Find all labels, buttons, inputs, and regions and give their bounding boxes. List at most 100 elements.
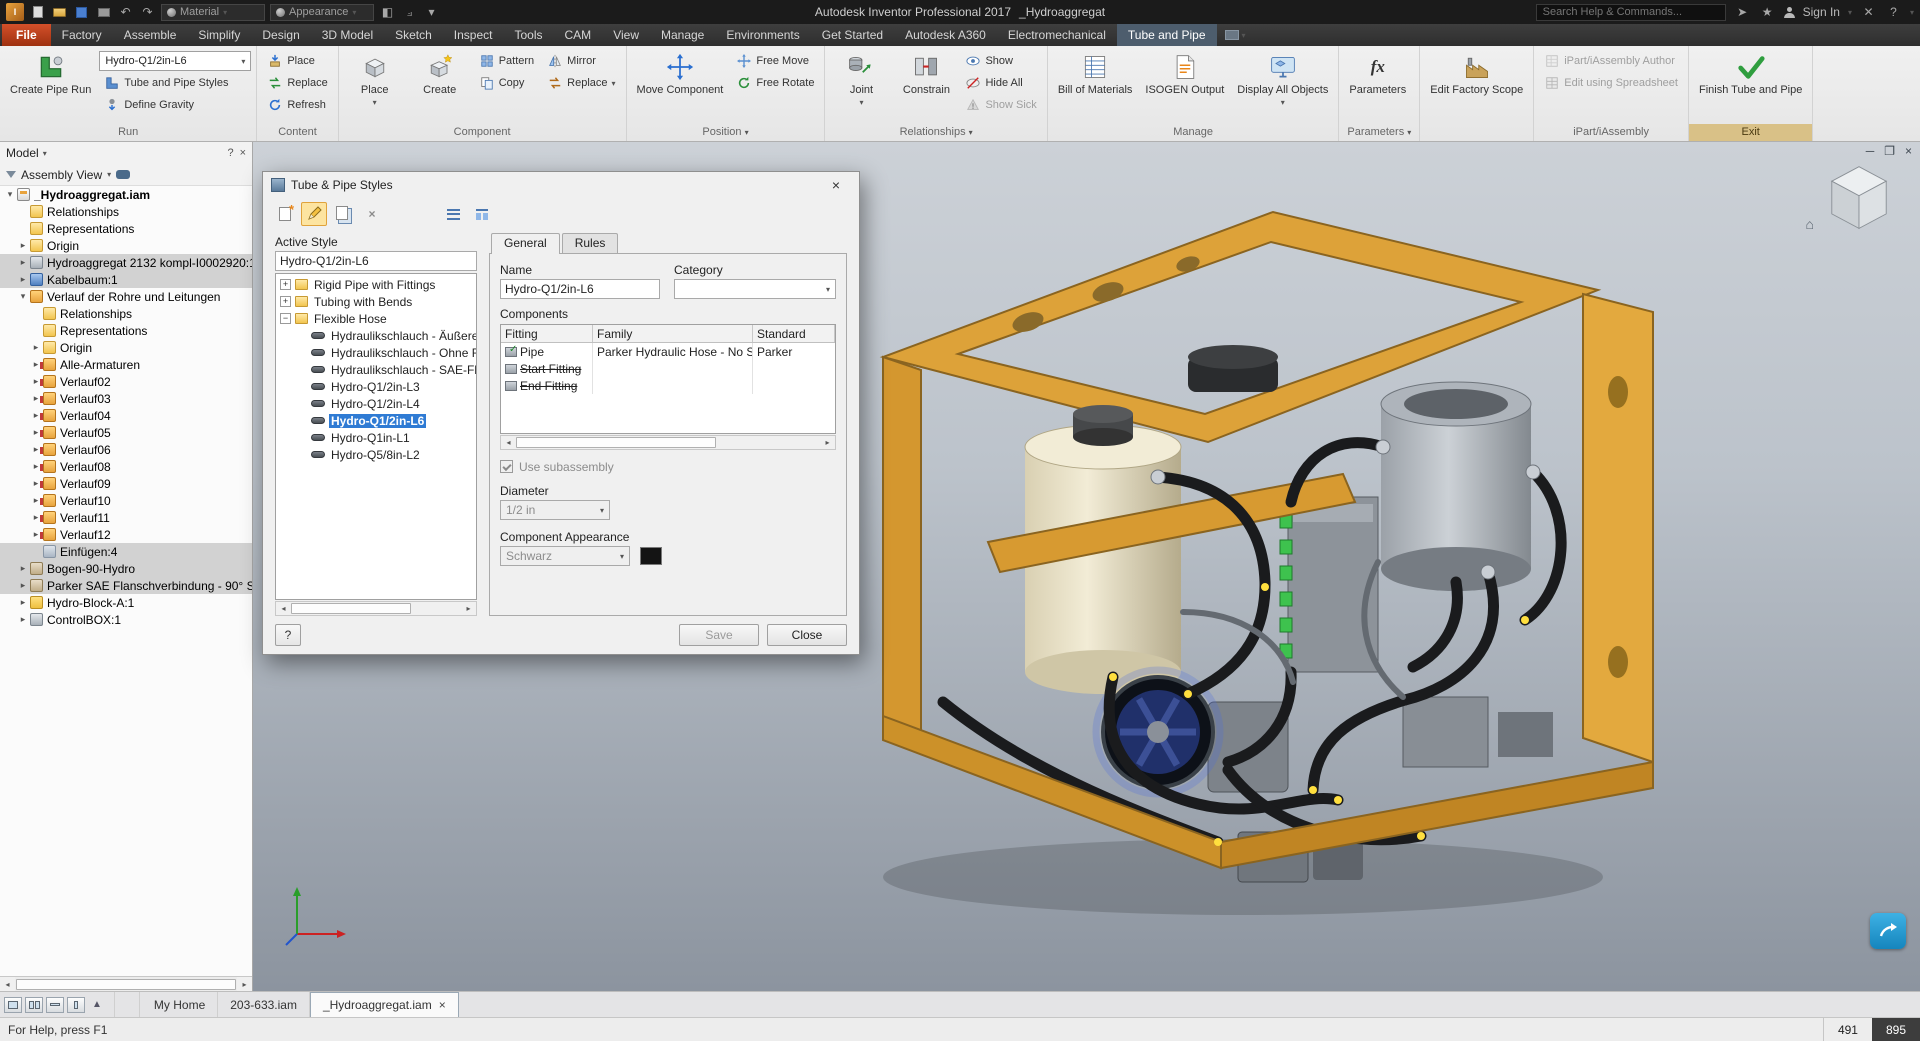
show-sick-button[interactable]: Show Sick [960,95,1041,115]
expand-icon[interactable]: ▸ [17,580,29,591]
tree-item-verlauf03[interactable]: ▸Verlauf03 [0,390,252,407]
expand-icon[interactable]: ▸ [17,257,29,268]
refresh-content-button[interactable]: Refresh [262,95,332,115]
replace-component-button[interactable]: Replace ▾ [542,73,620,93]
tree-item-verlauf10[interactable]: ▸Verlauf10 [0,492,252,509]
close-button[interactable]: Close [767,624,847,646]
edit-style-button[interactable] [301,202,327,226]
collapse-icon[interactable]: ▾ [4,189,16,200]
joint-button[interactable]: Joint ▾ [830,48,892,122]
copy-button[interactable]: Copy [474,73,539,93]
expand-icon[interactable]: ▸ [17,240,29,251]
style-tree-item-hydro-q1-2in-l3[interactable]: Hydro-Q1/2in-L3 [276,378,476,395]
browser-title-caret-icon[interactable]: ▾ [43,149,47,158]
view-mode-caret-icon[interactable]: ▾ [107,170,111,179]
style-tree-item-hydro-q1-2in-l4[interactable]: Hydro-Q1/2in-L4 [276,395,476,412]
scroll-thumb[interactable] [291,603,411,614]
window-cascade-icon[interactable] [25,997,43,1013]
define-gravity-button[interactable]: Define Gravity [99,95,251,115]
expand-icon[interactable]: ▸ [17,614,29,625]
diameter-select[interactable]: 1/2 in▾ [500,500,610,520]
component-row-pipe[interactable]: PipeParker Hydraulic Hose - No SkivParke… [501,343,835,360]
viewcube-cube[interactable] [1820,154,1898,232]
tab-3d-model[interactable]: 3D Model [311,24,384,46]
parameters-button[interactable]: fx Parameters [1344,48,1411,122]
tree-item-verlauf09[interactable]: ▸Verlauf09 [0,475,252,492]
dialog-titlebar[interactable]: Tube & Pipe Styles × [263,172,859,198]
replace-content-button[interactable]: Replace [262,73,332,93]
list-view-button[interactable] [440,202,466,226]
doc-tab-hydroaggregat-iam[interactable]: _Hydroaggregat.iam× [310,992,459,1017]
tree-item-verlauf06[interactable]: ▸Verlauf06 [0,441,252,458]
style-tree-item-hydro-q1in-l1[interactable]: Hydro-Q1in-L1 [276,429,476,446]
delete-style-button[interactable]: × [359,202,385,226]
tree-item-alle-armaturen[interactable]: ▸Alle-Armaturen [0,356,252,373]
tree-item-verlauf05[interactable]: ▸Verlauf05 [0,424,252,441]
help-icon[interactable]: ? [1885,4,1902,21]
isogen-output-button[interactable]: ISOGEN Output [1140,48,1229,122]
browser-help-icon[interactable]: ? [227,147,233,159]
favorites-star-icon[interactable]: ★ [1759,4,1776,21]
tab-environments[interactable]: Environments [715,24,810,46]
expand-box-icon[interactable]: + [280,279,291,290]
appearance-color-swatch[interactable] [640,547,662,565]
expand-icon[interactable]: ▸ [17,597,29,608]
window-vertical-icon[interactable] [67,997,85,1013]
scroll-thumb[interactable] [516,437,716,448]
scroll-left-icon[interactable]: ◂ [276,602,291,615]
qat-options-button[interactable]: ▾ [423,4,440,21]
tree-item-parker-sae-flanschverbindung-90-schenkelr[interactable]: ▸Parker SAE Flanschverbindung - 90° Sche… [0,577,252,594]
expand-dock-icon[interactable]: ▲ [88,999,106,1010]
tree-item-relationships[interactable]: Relationships [0,203,252,220]
tab-design[interactable]: Design [251,24,310,46]
create-component-button[interactable]: Create [409,48,471,122]
scroll-right-icon[interactable]: ▸ [820,436,835,449]
constrain-button[interactable]: Constrain [895,48,957,122]
active-style-input[interactable]: Hydro-Q1/2in-L6 [275,251,477,271]
undo-button[interactable]: ↶ [117,4,134,21]
tab-inspect[interactable]: Inspect [443,24,504,46]
appearance-combo[interactable]: Appearance▾ [270,4,374,21]
move-component-button[interactable]: Move Component [632,48,729,122]
style-tree-item-hydraulikschlauch-sae-flansch-v[interactable]: Hydraulikschlauch - SAE-Flansch-V [276,361,476,378]
search-browser-icon[interactable] [116,170,130,179]
tab-simplify[interactable]: Simplify [187,24,251,46]
browser-hscrollbar[interactable]: ◂ ▸ [0,976,252,991]
collapse-icon[interactable]: ▾ [17,291,29,302]
style-tree-item-rigid-pipe-with-fittings[interactable]: +Rigid Pipe with Fittings [276,276,476,293]
style-tree-item-hydro-q1-2in-l6[interactable]: Hydro-Q1/2in-L6 [276,412,476,429]
tree-item-verlauf08[interactable]: ▸Verlauf08 [0,458,252,475]
tree-item-hydroaggregat-iam[interactable]: ▾_Hydroaggregat.iam [0,186,252,203]
close-tab-icon[interactable]: × [439,998,446,1012]
tree-item-kabelbaum-1[interactable]: ▸Kabelbaum:1 [0,271,252,288]
place-component-button[interactable]: Place ▾ [344,48,406,122]
open-file-button[interactable] [51,4,68,21]
appearance-select[interactable]: Schwarz▾ [500,546,630,566]
save-button[interactable]: Save [679,624,759,646]
component-row-start-fitting[interactable]: Start Fitting [501,360,835,377]
tab-electromechanical[interactable]: Electromechanical [997,24,1117,46]
tree-item-origin[interactable]: ▸Origin [0,339,252,356]
print-button[interactable] [95,4,112,21]
category-select[interactable]: ▾ [674,279,836,299]
tree-item-verlauf-der-rohre-und-leitungen[interactable]: ▾Verlauf der Rohre und Leitungen [0,288,252,305]
browser-close-icon[interactable]: × [240,147,246,159]
tab-general[interactable]: General [491,233,560,254]
scroll-right-icon[interactable]: ▸ [461,602,476,615]
bill-of-materials-button[interactable]: Bill of Materials [1053,48,1138,122]
free-rotate-button[interactable]: Free Rotate [731,73,819,93]
tab-view[interactable]: View [602,24,650,46]
tab-tools[interactable]: Tools [504,24,554,46]
expand-box-icon[interactable]: + [280,296,291,307]
tree-item-hydroaggregat-2132-kompl-i0002920-1[interactable]: ▸Hydroaggregat 2132 kompl-I0002920:1 [0,254,252,271]
dialog-help-button[interactable]: ? [275,624,301,646]
tree-item-verlauf12[interactable]: ▸Verlauf12 [0,526,252,543]
viewcube[interactable]: ⌂ [1806,154,1898,232]
scroll-right-icon[interactable]: ▸ [237,977,252,991]
tab-assemble[interactable]: Assemble [113,24,188,46]
tab-rules[interactable]: Rules [562,233,619,253]
component-row-end-fitting[interactable]: End Fitting [501,377,835,394]
style-tree-scrollbar[interactable]: ◂ ▸ [275,601,477,616]
active-style-combo[interactable]: Hydro-Q1/2in-L6▾ [99,51,251,71]
tab-tube-and-pipe[interactable]: Tube and Pipe [1117,24,1217,46]
